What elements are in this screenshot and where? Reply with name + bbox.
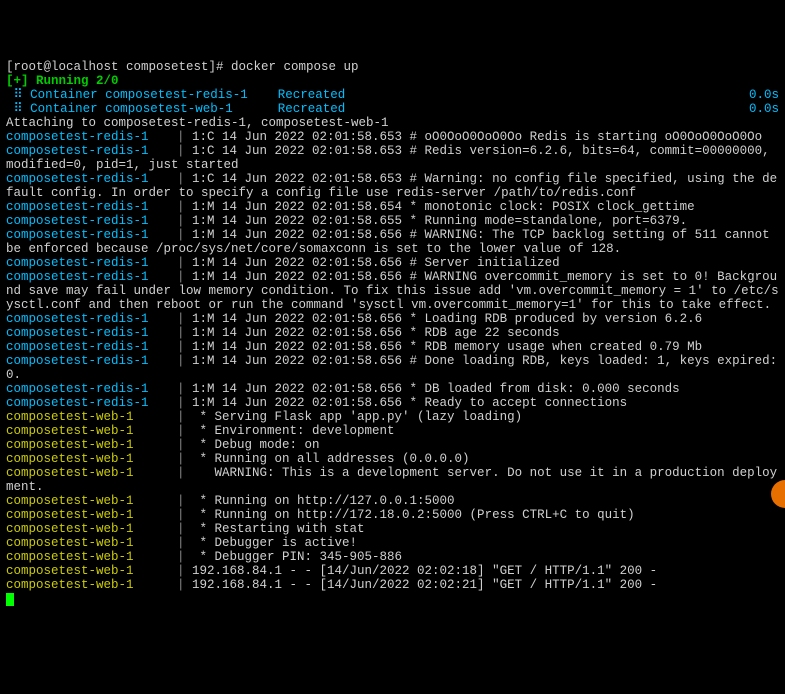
log-message: 1:M 14 Jun 2022 02:01:58.656 * DB loaded… — [192, 382, 680, 396]
svc-web: composetest-web-1 — [6, 550, 162, 564]
svc-redis: composetest-redis-1 — [6, 256, 162, 270]
svc-web: composetest-web-1 — [6, 564, 162, 578]
container-time: 0.0s — [749, 102, 779, 116]
svc-web: composetest-web-1 — [6, 452, 162, 466]
log-message: 192.168.84.1 - - [14/Jun/2022 02:02:21] … — [192, 578, 657, 592]
svc-redis: composetest-redis-1 — [6, 172, 162, 186]
log-pipe: | — [162, 382, 192, 396]
svc-redis: composetest-redis-1 — [6, 228, 162, 242]
svc-web: composetest-web-1 — [6, 508, 162, 522]
svc-redis: composetest-redis-1 — [6, 200, 162, 214]
svc-redis: composetest-redis-1 — [6, 144, 162, 158]
log-message: 1:M 14 Jun 2022 02:01:58.656 * RDB memor… — [192, 340, 702, 354]
log-pipe: | — [162, 508, 192, 522]
log-message: 1:M 14 Jun 2022 02:01:58.656 * Ready to … — [192, 396, 627, 410]
log-message: * Environment: development — [192, 424, 395, 438]
svc-web: composetest-web-1 — [6, 522, 162, 536]
compose-status: [+] Running 2/0 — [6, 74, 119, 88]
log-message: 1:M 14 Jun 2022 02:01:58.656 * Loading R… — [192, 312, 702, 326]
svc-web: composetest-web-1 — [6, 578, 162, 592]
log-pipe: | — [162, 340, 192, 354]
svc-redis: composetest-redis-1 — [6, 340, 162, 354]
log-pipe: | — [162, 410, 192, 424]
svc-redis: composetest-redis-1 — [6, 270, 162, 284]
log-pipe: | — [162, 564, 192, 578]
log-pipe: | — [162, 550, 192, 564]
svc-web: composetest-web-1 — [6, 536, 162, 550]
log-pipe: | — [162, 396, 192, 410]
log-message: * Running on all addresses (0.0.0.0) — [192, 452, 470, 466]
container-line: ⠿ Container composetest-web-1 Recreated — [6, 102, 345, 116]
svc-redis: composetest-redis-1 — [6, 214, 162, 228]
svc-web: composetest-web-1 — [6, 466, 162, 480]
log-message: 1:M 14 Jun 2022 02:01:58.655 * Running m… — [192, 214, 687, 228]
container-time: 0.0s — [749, 88, 779, 102]
log-pipe: | — [162, 144, 192, 158]
log-pipe: | — [162, 228, 192, 242]
log-pipe: | — [162, 452, 192, 466]
log-pipe: | — [162, 256, 192, 270]
log-pipe: | — [162, 578, 192, 592]
log-pipe: | — [162, 424, 192, 438]
svc-redis: composetest-redis-1 — [6, 354, 162, 368]
svc-redis: composetest-redis-1 — [6, 130, 162, 144]
shell-prompt[interactable]: [root@localhost composetest]# docker com… — [6, 60, 359, 74]
log-pipe: | — [162, 494, 192, 508]
svc-web: composetest-web-1 — [6, 410, 162, 424]
svc-redis: composetest-redis-1 — [6, 312, 162, 326]
container-line: ⠿ Container composetest-redis-1 Recreate… — [6, 88, 345, 102]
log-message: 1:M 14 Jun 2022 02:01:58.654 * monotonic… — [192, 200, 695, 214]
log-pipe: | — [162, 522, 192, 536]
log-pipe: | — [162, 172, 192, 186]
log-pipe: | — [162, 438, 192, 452]
svc-redis: composetest-redis-1 — [6, 382, 162, 396]
svc-redis: composetest-redis-1 — [6, 326, 162, 340]
log-pipe: | — [162, 312, 192, 326]
log-message: * Debugger PIN: 345-905-886 — [192, 550, 402, 564]
log-message: 1:M 14 Jun 2022 02:01:58.656 * RDB age 2… — [192, 326, 560, 340]
log-pipe: | — [162, 130, 192, 144]
log-message: * Running on http://172.18.0.2:5000 (Pre… — [192, 508, 635, 522]
svc-web: composetest-web-1 — [6, 494, 162, 508]
log-pipe: | — [162, 200, 192, 214]
log-pipe: | — [162, 270, 192, 284]
svc-web: composetest-web-1 — [6, 438, 162, 452]
log-pipe: | — [162, 536, 192, 550]
log-message: 1:M 14 Jun 2022 02:01:58.656 # Server in… — [192, 256, 560, 270]
log-message: * Debugger is active! — [192, 536, 357, 550]
log-pipe: | — [162, 354, 192, 368]
svc-redis: composetest-redis-1 — [6, 396, 162, 410]
log-message: * Restarting with stat — [192, 522, 365, 536]
log-pipe: | — [162, 466, 192, 480]
log-pipe: | — [162, 214, 192, 228]
cursor — [6, 593, 14, 606]
log-message: 1:C 14 Jun 2022 02:01:58.653 # oO0OoO0Oo… — [192, 130, 762, 144]
log-message: 192.168.84.1 - - [14/Jun/2022 02:02:18] … — [192, 564, 657, 578]
log-message: * Running on http://127.0.0.1:5000 — [192, 494, 455, 508]
terminal-output[interactable]: [root@localhost composetest]# docker com… — [6, 60, 779, 606]
attach-line: Attaching to composetest-redis-1, compos… — [6, 116, 389, 130]
log-pipe: | — [162, 326, 192, 340]
svc-web: composetest-web-1 — [6, 424, 162, 438]
log-message: * Debug mode: on — [192, 438, 320, 452]
log-message: * Serving Flask app 'app.py' (lazy loadi… — [192, 410, 522, 424]
